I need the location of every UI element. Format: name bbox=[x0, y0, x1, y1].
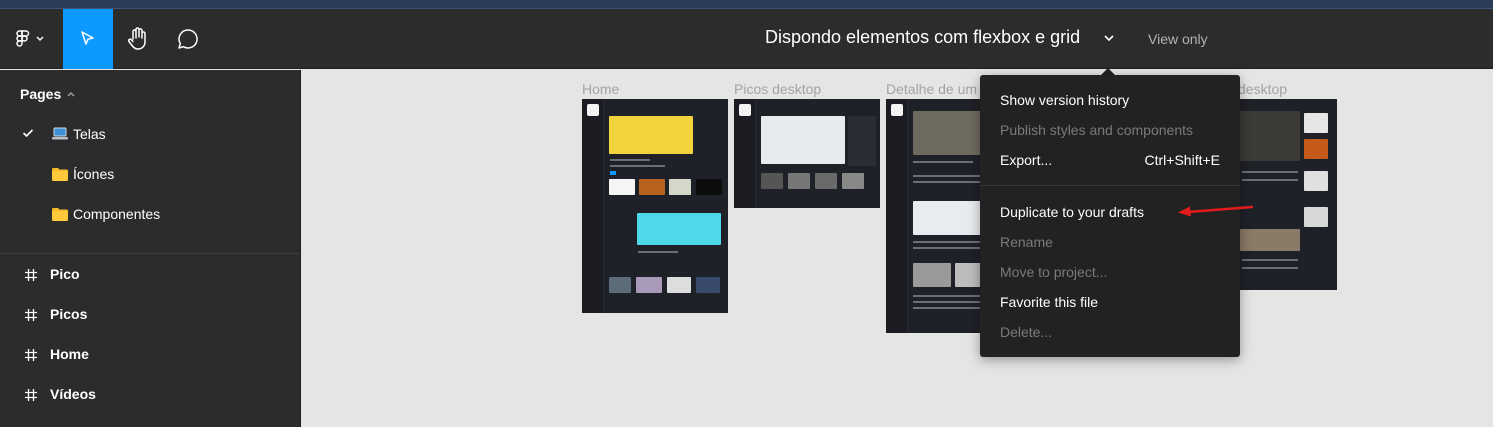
chevron-down-icon bbox=[36, 36, 44, 41]
frame-text bbox=[1242, 171, 1298, 173]
frame-thumb bbox=[609, 277, 631, 293]
frame-text bbox=[610, 165, 665, 167]
frame-logo bbox=[891, 104, 903, 116]
file-title[interactable]: Dispondo elementos com flexbox e grid bbox=[765, 27, 1080, 48]
layer-label: Home bbox=[50, 346, 89, 362]
hand-icon bbox=[128, 27, 146, 50]
frame-sidebar bbox=[582, 99, 604, 313]
frame-thumb bbox=[1304, 113, 1328, 133]
frame-hash-icon bbox=[25, 309, 37, 321]
layer-item-home[interactable]: Home bbox=[0, 336, 300, 372]
hand-tool-button[interactable] bbox=[113, 9, 163, 69]
frame-label-detalhe[interactable]: Detalhe de um bbox=[886, 81, 977, 97]
frame-text bbox=[638, 251, 678, 253]
frame-logo bbox=[739, 104, 751, 116]
page-label: Ícones bbox=[73, 166, 115, 182]
frame-thumb bbox=[815, 173, 837, 189]
window-top-strip bbox=[0, 0, 1493, 9]
page-item-telas[interactable]: Telas bbox=[0, 116, 300, 152]
frame-hash-icon bbox=[25, 349, 37, 361]
check-icon bbox=[22, 129, 34, 138]
frame-picos-desktop-thumbnail[interactable] bbox=[734, 99, 880, 208]
frame-thumb bbox=[639, 179, 665, 195]
frame-home-thumbnail[interactable] bbox=[582, 99, 728, 313]
sidebar-divider bbox=[0, 253, 300, 254]
frame-thumb bbox=[667, 277, 691, 293]
frame-thumb bbox=[669, 179, 691, 195]
page-label: Componentes bbox=[73, 206, 161, 222]
menu-separator bbox=[980, 185, 1240, 186]
layer-label: Picos bbox=[50, 306, 88, 322]
annotation-arrow-icon bbox=[1178, 205, 1254, 217]
export-shortcut: Ctrl+Shift+E bbox=[1144, 152, 1220, 168]
frame-label-home[interactable]: Home bbox=[582, 81, 619, 97]
frame-hash-icon bbox=[25, 269, 37, 281]
figma-logo-icon bbox=[16, 30, 44, 47]
comment-tool-button[interactable] bbox=[163, 9, 213, 69]
layer-item-picos[interactable]: Picos bbox=[0, 296, 300, 332]
menu-item-move-to-project[interactable]: Move to project... bbox=[1000, 264, 1107, 280]
menu-item-duplicate-to-drafts[interactable]: Duplicate to your drafts bbox=[1000, 204, 1144, 220]
frame-text bbox=[610, 159, 650, 161]
laptop-icon bbox=[52, 127, 68, 140]
menu-item-delete[interactable]: Delete... bbox=[1000, 324, 1052, 340]
sidebar: Pages Telas Ícones Componentes Pico Pico… bbox=[0, 70, 301, 427]
menu-item-show-version-history[interactable]: Show version history bbox=[1000, 92, 1129, 108]
frame-video bbox=[1240, 111, 1300, 161]
page-item-componentes[interactable]: Componentes bbox=[0, 196, 300, 232]
move-icon bbox=[81, 31, 94, 45]
layer-item-pico[interactable]: Pico bbox=[0, 256, 300, 292]
frame-thumb bbox=[788, 173, 810, 189]
page-label: Telas bbox=[73, 126, 106, 142]
pages-label: Pages bbox=[20, 86, 62, 102]
menu-item-favorite[interactable]: Favorite this file bbox=[1000, 294, 1098, 310]
frame-thumb bbox=[636, 277, 662, 293]
layer-item-videos[interactable]: Vídeos bbox=[0, 376, 300, 412]
pages-header[interactable]: Pages bbox=[20, 86, 76, 102]
layer-label: Vídeos bbox=[50, 386, 96, 402]
main-menu-button[interactable] bbox=[0, 9, 62, 69]
folder-icon bbox=[52, 208, 68, 221]
folder-icon bbox=[52, 168, 68, 181]
frame-sidebar bbox=[886, 99, 908, 333]
move-tool-button[interactable] bbox=[63, 9, 113, 69]
frame-thumb bbox=[696, 277, 720, 293]
frame-thumb bbox=[1304, 207, 1328, 227]
frame-text bbox=[1242, 259, 1298, 261]
frame-text bbox=[1242, 179, 1298, 181]
frame-thumb bbox=[842, 173, 864, 189]
frame-text bbox=[913, 161, 973, 163]
menu-item-publish-styles[interactable]: Publish styles and components bbox=[1000, 122, 1193, 138]
menu-item-export[interactable]: Export... bbox=[1000, 152, 1052, 168]
frame-thumb bbox=[761, 173, 783, 189]
frame-thumb bbox=[609, 179, 635, 195]
menu-caret bbox=[1101, 68, 1115, 75]
chevron-down-icon[interactable] bbox=[1103, 33, 1115, 43]
frame-list bbox=[848, 116, 876, 166]
chevron-up-icon bbox=[67, 92, 75, 97]
comment-icon bbox=[178, 29, 198, 49]
menu-item-rename[interactable]: Rename bbox=[1000, 234, 1053, 250]
frame-thumb bbox=[913, 263, 951, 287]
frame-map bbox=[761, 116, 845, 164]
frame-hash-icon bbox=[25, 389, 37, 401]
frame-text bbox=[1242, 267, 1298, 269]
view-only-label: View only bbox=[1148, 31, 1208, 47]
page-item-icones[interactable]: Ícones bbox=[0, 156, 300, 192]
frame-desktop-thumbnail[interactable] bbox=[1238, 99, 1337, 290]
frame-label-picos-desktop[interactable]: Picos desktop bbox=[734, 81, 821, 97]
frame-chip bbox=[610, 171, 616, 175]
frame-logo bbox=[587, 104, 599, 116]
layer-label: Pico bbox=[50, 266, 80, 282]
frame-thumb bbox=[696, 179, 722, 195]
frame-label-desktop[interactable]: desktop bbox=[1238, 81, 1287, 97]
frame-hero-card bbox=[609, 116, 693, 154]
frame-promo-card bbox=[637, 213, 721, 245]
frame-thumb bbox=[1304, 171, 1328, 191]
frame-thumb bbox=[1304, 139, 1328, 159]
frame-photo bbox=[1240, 229, 1300, 251]
toolbar: Dispondo elementos com flexbox e grid Vi… bbox=[0, 9, 1493, 69]
